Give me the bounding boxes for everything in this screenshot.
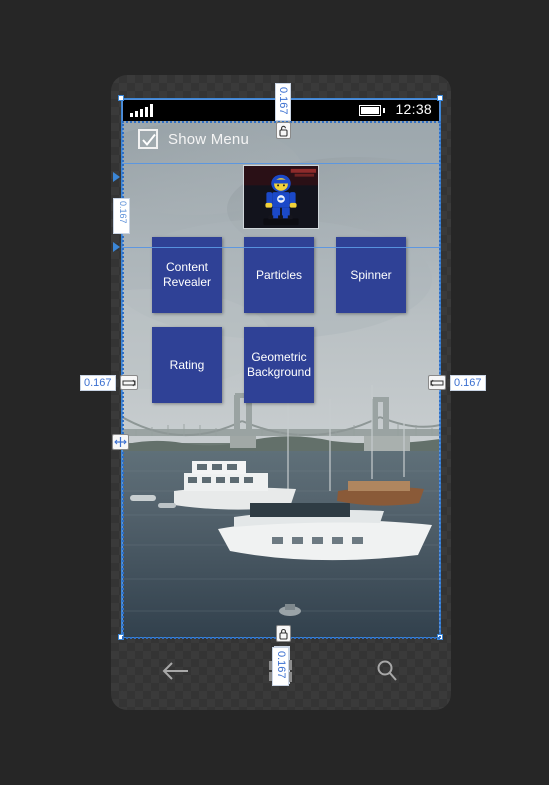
tile-row: Rating Geometric Background (122, 323, 440, 413)
battery-full-icon (359, 105, 385, 116)
tile-spinner[interactable]: Spinner (336, 237, 406, 313)
tile-geometric-background[interactable]: Geometric Background (244, 327, 314, 403)
status-clock: 12:38 (395, 101, 432, 117)
star-value-right[interactable]: 0.167 (450, 375, 486, 391)
image-row (122, 163, 440, 231)
page-content: Show Menu Content Revealer Particles Spi… (122, 121, 440, 637)
tile-content-revealer[interactable]: Content Revealer (152, 237, 222, 313)
tile-rating[interactable]: Rating (152, 327, 222, 403)
checkmark-icon (138, 129, 158, 149)
windows-icon[interactable] (251, 651, 311, 691)
tile-grid: Content Revealer Particles Spinner Ratin… (122, 233, 440, 413)
lego-spaceman-photo[interactable] (243, 165, 319, 229)
system-nav-bar (122, 640, 440, 702)
show-menu-label: Show Menu (168, 130, 250, 148)
menu-row: Show Menu (122, 121, 440, 163)
designer-canvas: 12:38 Show Menu Content Revealer Particl… (0, 0, 549, 785)
back-icon[interactable] (145, 651, 205, 691)
search-icon[interactable] (357, 651, 417, 691)
show-menu-checkbox[interactable]: Show Menu (138, 129, 249, 149)
tile-row: Content Revealer Particles Spinner (122, 233, 440, 323)
signal-bars-icon (130, 104, 158, 117)
status-bar: 12:38 (122, 99, 440, 121)
phone-screen[interactable]: 12:38 Show Menu Content Revealer Particl… (122, 99, 440, 637)
tile-particles[interactable]: Particles (244, 237, 314, 313)
